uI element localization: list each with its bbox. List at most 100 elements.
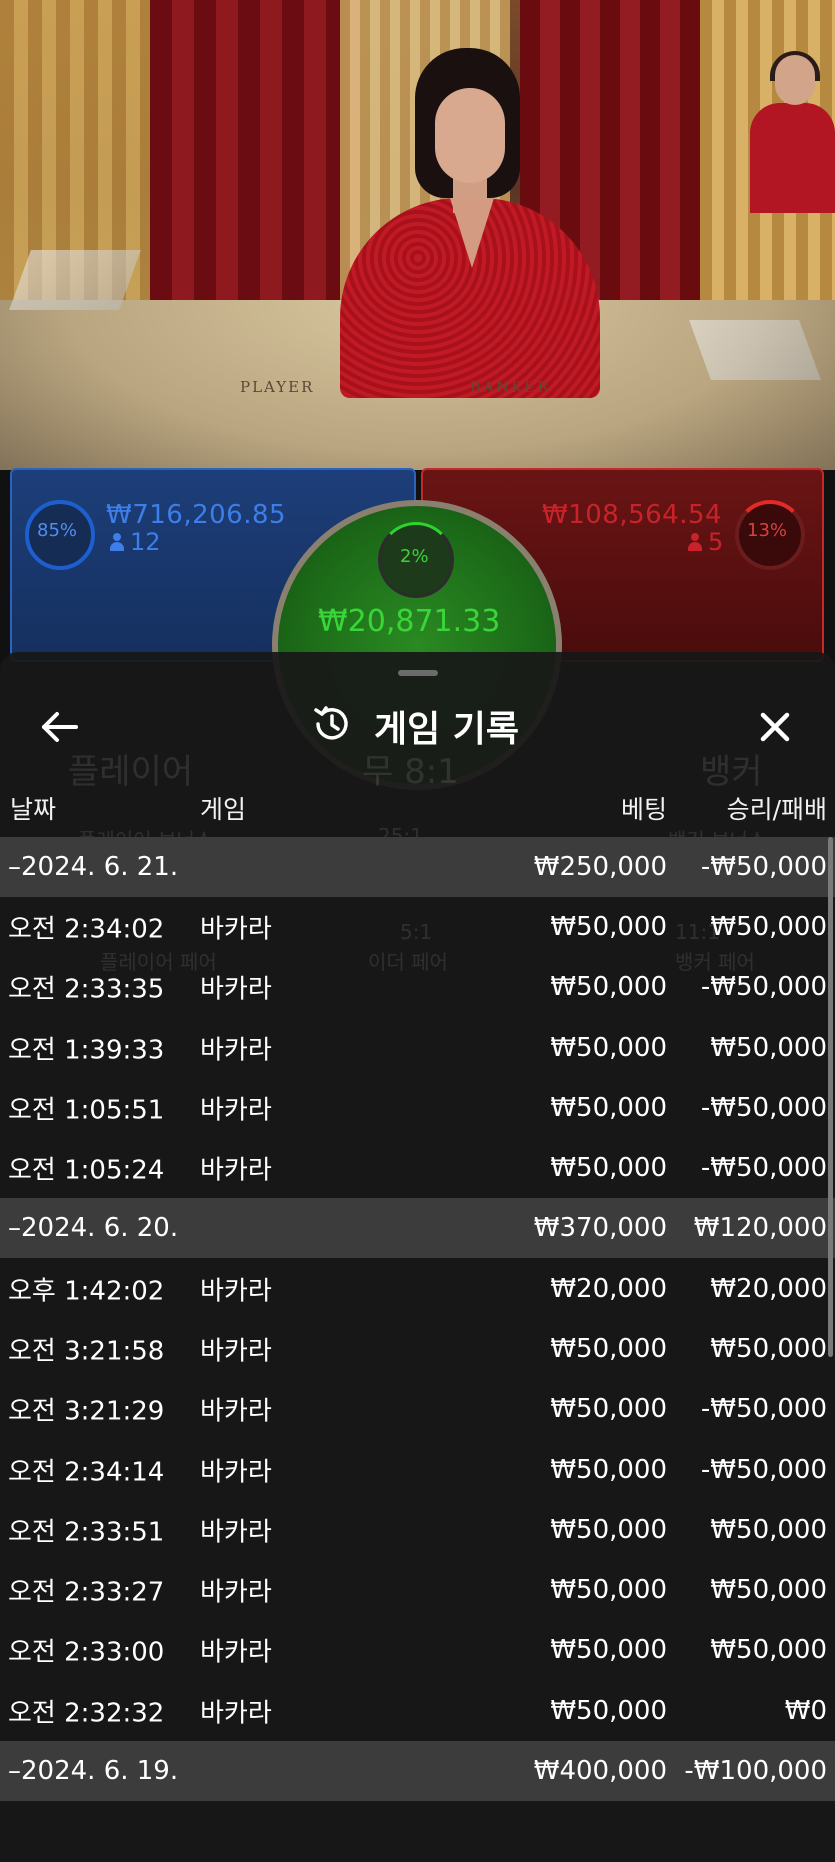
row-time: 오후 1:42:02	[8, 1276, 165, 1307]
row-game: 바카라	[200, 1035, 272, 1066]
row-bet: ₩50,000	[550, 1635, 667, 1666]
row-time: 오전 1:05:51	[8, 1095, 165, 1126]
column-header-game: 게임	[200, 795, 247, 824]
row-result: -₩50,000	[700, 1454, 827, 1485]
row-result: ₩50,000	[710, 1575, 827, 1606]
game-history-sheet: 플레이어 무 8:1 뱅커 플레이어 보너스 25:1 퍼펙트 페어 뱅커 보너…	[0, 652, 835, 1862]
day-total-bet: ₩370,000	[533, 1213, 667, 1244]
table-row[interactable]: 오전 2:34:02 바카라 ₩50,000 ₩50,000	[0, 897, 835, 957]
day-total-bet: ₩400,000	[533, 1755, 667, 1786]
column-header-date: 날짜	[10, 795, 57, 824]
person-icon	[688, 533, 702, 551]
row-bet: ₩50,000	[550, 1093, 667, 1124]
row-time: 오전 1:05:24	[8, 1155, 165, 1186]
day-group-header[interactable]: –2024. 6. 19. ₩400,000 -₩100,000	[0, 1740, 835, 1801]
row-time: 오전 2:33:00	[8, 1637, 165, 1668]
banker-count-value: 5	[708, 528, 724, 556]
row-result: ₩0	[784, 1695, 827, 1726]
dealer	[280, 48, 650, 398]
table-row[interactable]: 오전 1:39:33 바카라 ₩50,000 ₩50,000	[0, 1018, 835, 1078]
table-row[interactable]: 오전 2:33:00 바카라 ₩50,000 ₩50,000	[0, 1620, 835, 1680]
row-bet: ₩50,000	[550, 972, 667, 1003]
row-result: ₩50,000	[710, 1333, 827, 1364]
banker-bettor-count: 5	[688, 528, 723, 556]
table-row[interactable]: 오전 1:05:24 바카라 ₩50,000 -₩50,000	[0, 1138, 835, 1198]
row-game: 바카라	[200, 1637, 272, 1668]
row-bet: ₩50,000	[550, 1514, 667, 1545]
person-icon	[110, 533, 124, 551]
sheet-title: 게임 기록	[374, 709, 520, 750]
arrow-left-icon	[42, 712, 78, 742]
table-row[interactable]: 오전 3:21:29 바카라 ₩50,000 -₩50,000	[0, 1379, 835, 1439]
day-group-header[interactable]: –2024. 6. 20. ₩370,000 ₩120,000	[0, 1198, 835, 1259]
row-time: 오전 3:21:58	[8, 1336, 165, 1367]
banker-percent: 13%	[747, 520, 788, 541]
table-row[interactable]: 오전 1:05:51 바카라 ₩50,000 -₩50,000	[0, 1078, 835, 1138]
row-time: 오전 2:33:35	[8, 974, 165, 1005]
table-row[interactable]: 오전 2:33:27 바카라 ₩50,000 ₩50,000	[0, 1560, 835, 1620]
column-header-bet: 베팅	[620, 795, 667, 824]
row-bet: ₩50,000	[550, 1153, 667, 1184]
row-time: 오전 2:32:32	[8, 1698, 165, 1729]
row-time: 오전 2:34:14	[8, 1457, 165, 1488]
table-row[interactable]: 오전 2:33:51 바카라 ₩50,000 ₩50,000	[0, 1500, 835, 1560]
drag-handle[interactable]	[398, 670, 438, 676]
banker-total-bet: ₩108,564.54	[542, 500, 723, 530]
table-row[interactable]: 오전 2:34:14 바카라 ₩50,000 -₩50,000	[0, 1439, 835, 1499]
row-game: 바카라	[200, 1577, 272, 1608]
scrollbar[interactable]	[828, 837, 833, 1357]
day-total-result: ₩120,000	[693, 1213, 827, 1244]
row-bet: ₩50,000	[550, 1333, 667, 1364]
day-total-bet: ₩250,000	[533, 852, 667, 882]
table-player-label: PLAYER	[240, 378, 315, 396]
row-result: -₩50,000	[700, 972, 827, 1003]
row-bet: ₩50,000	[550, 1695, 667, 1726]
row-bet: ₩50,000	[550, 1032, 667, 1063]
history-list[interactable]: –2024. 6. 21. ₩250,000 -₩50,000 오전 2:34:02 바…	[0, 837, 835, 1801]
row-game: 바카라	[200, 1336, 272, 1367]
row-game: 바카라	[200, 1698, 272, 1729]
table-row[interactable]: 오전 3:21:58 바카라 ₩50,000 ₩50,000	[0, 1319, 835, 1379]
row-time: 오전 2:33:51	[8, 1517, 165, 1548]
table-banker-label: BANKER	[470, 378, 551, 396]
day-total-result: -₩50,000	[700, 852, 827, 882]
column-header-result: 승리/패배	[726, 795, 827, 824]
row-result: ₩20,000	[710, 1273, 827, 1304]
row-game: 바카라	[200, 974, 272, 1005]
table-row[interactable]: 오전 2:33:35 바카라 ₩50,000 -₩50,000	[0, 957, 835, 1017]
row-time: 오전 2:34:02	[8, 914, 165, 945]
table-row[interactable]: 오후 1:42:02 바카라 ₩20,000 ₩20,000	[0, 1258, 835, 1318]
row-game: 바카라	[200, 914, 272, 945]
row-bet: ₩50,000	[550, 1394, 667, 1425]
day-group-header[interactable]: –2024. 6. 21. ₩250,000 -₩50,000	[0, 837, 835, 897]
close-button[interactable]	[745, 697, 805, 757]
card-shoe	[9, 250, 141, 310]
tie-percent: 2%	[400, 546, 429, 567]
player-percent: 85%	[37, 520, 78, 541]
row-result: -₩50,000	[700, 1153, 827, 1184]
back-button[interactable]	[30, 697, 90, 757]
player-count-value: 12	[130, 528, 161, 556]
row-bet: ₩50,000	[550, 912, 667, 943]
row-bet: ₩50,000	[550, 1454, 667, 1485]
row-time: 오전 2:33:27	[8, 1577, 165, 1608]
row-bet: ₩20,000	[550, 1273, 667, 1304]
player-total-bet: ₩716,206.85	[106, 500, 287, 530]
row-game: 바카라	[200, 1396, 272, 1427]
history-icon	[310, 702, 354, 746]
row-game: 바카라	[200, 1095, 272, 1126]
tie-total-bet: ₩20,871.33	[318, 604, 501, 639]
row-time: 오전 1:39:33	[8, 1035, 165, 1066]
day-date: –2024. 6. 21.	[8, 852, 179, 882]
player-bettor-count: 12	[110, 528, 161, 556]
live-video-feed: PLAYER BANKER	[0, 0, 835, 470]
row-bet: ₩50,000	[550, 1575, 667, 1606]
table-row[interactable]: 오전 2:32:32 바카라 ₩50,000 ₩0	[0, 1681, 835, 1741]
day-date: –2024. 6. 19.	[8, 1755, 179, 1786]
row-game: 바카라	[200, 1276, 272, 1307]
day-total-result: -₩100,000	[684, 1755, 827, 1786]
row-game: 바카라	[200, 1457, 272, 1488]
row-game: 바카라	[200, 1517, 272, 1548]
background-dealer	[750, 51, 835, 213]
row-result: ₩50,000	[710, 1514, 827, 1545]
